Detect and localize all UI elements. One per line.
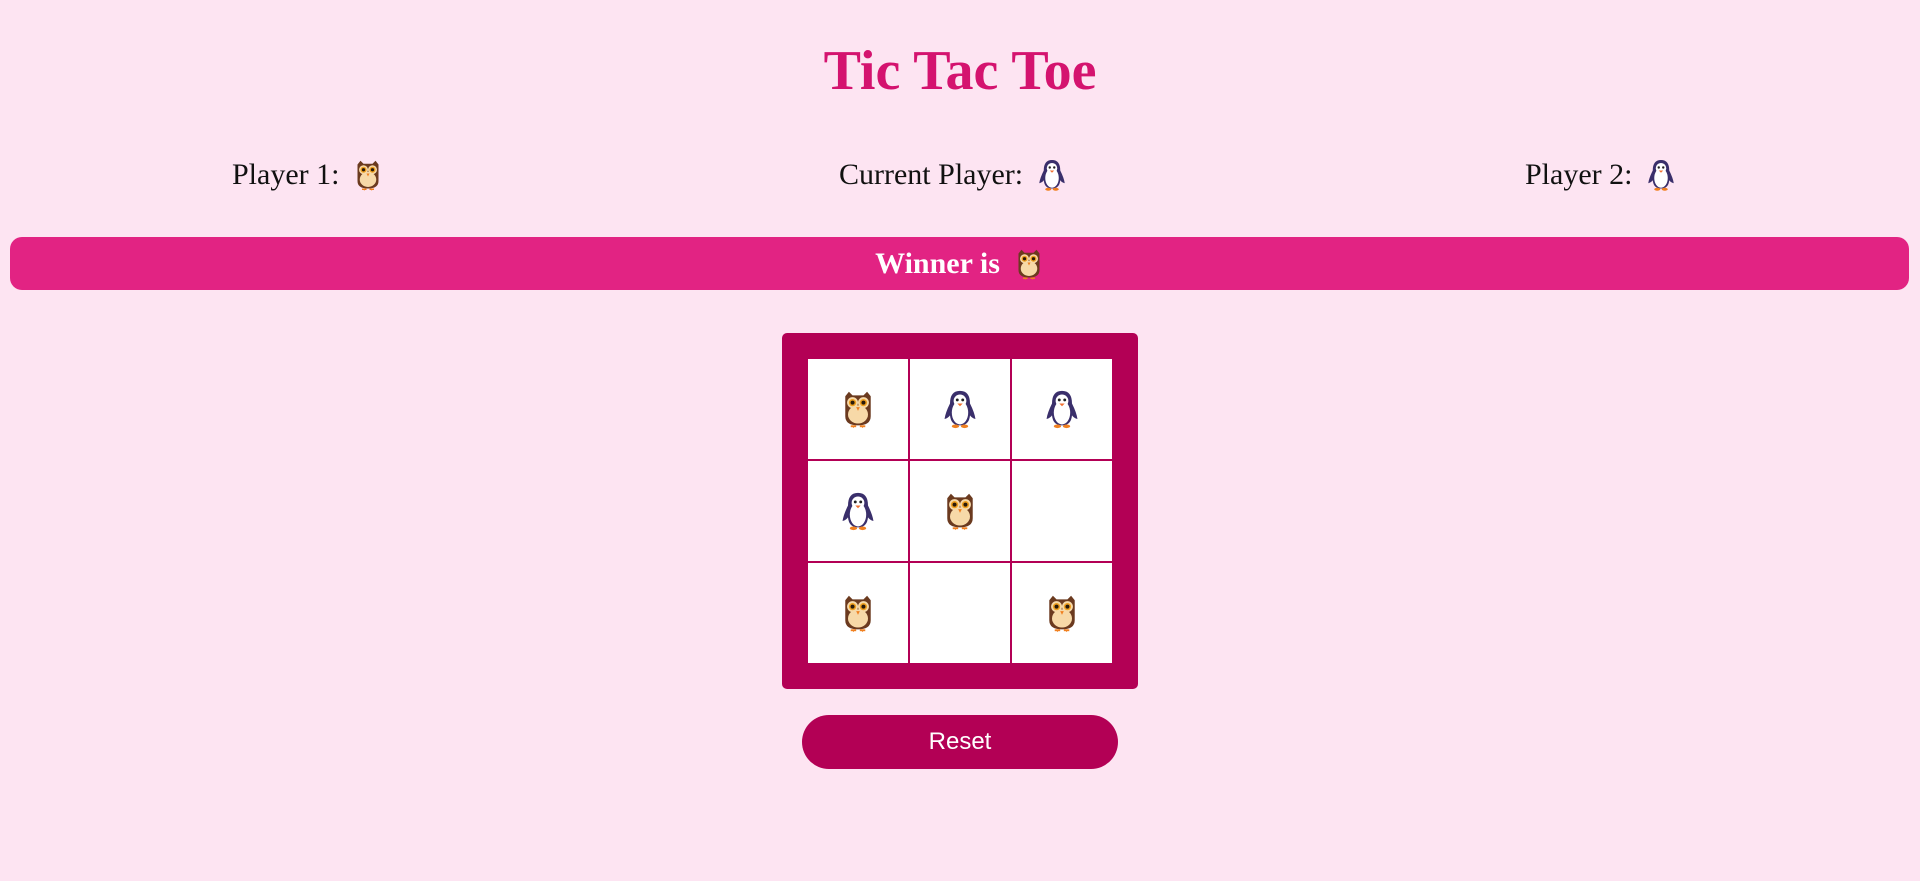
winner-banner: Winner is: [10, 237, 1909, 290]
page-title: Tic Tac Toe: [823, 40, 1097, 102]
board-cell-3-1[interactable]: [808, 563, 908, 663]
player-2-info: Player 2:: [1525, 152, 1676, 198]
board-cell-2-3[interactable]: [1012, 461, 1112, 561]
board-grid: [808, 359, 1112, 663]
board-cell-1-3[interactable]: [1012, 359, 1112, 459]
game-page: Tic Tac Toe Player 1: Current Player: Pl…: [0, 0, 1920, 881]
winner-label: Winner is: [875, 246, 1000, 280]
player-1-info: Player 1:: [232, 152, 383, 198]
game-board: [782, 333, 1138, 689]
owl-icon: [941, 491, 979, 531]
penguin-icon: [1037, 158, 1067, 192]
current-player-label: Current Player:: [839, 158, 1024, 191]
board-cell-1-1[interactable]: [808, 359, 908, 459]
board-cell-2-1[interactable]: [808, 461, 908, 561]
players-row: Player 1: Current Player: Player 2:: [0, 152, 1920, 198]
owl-icon: [839, 389, 877, 429]
owl-icon: [839, 593, 877, 633]
penguin-icon: [839, 491, 877, 531]
penguin-icon: [941, 389, 979, 429]
owl-icon: [353, 158, 383, 192]
board-cell-3-2[interactable]: [910, 563, 1010, 663]
owl-icon: [1014, 247, 1044, 281]
board-cell-2-2[interactable]: [910, 461, 1010, 561]
owl-icon: [1043, 593, 1081, 633]
current-player-info: Current Player:: [839, 152, 1067, 198]
reset-button[interactable]: Reset: [802, 715, 1118, 769]
player-1-label: Player 1:: [232, 158, 340, 191]
penguin-icon: [1646, 158, 1676, 192]
board-cell-1-2[interactable]: [910, 359, 1010, 459]
board-cell-3-3[interactable]: [1012, 563, 1112, 663]
player-2-label: Player 2:: [1525, 158, 1633, 191]
penguin-icon: [1043, 389, 1081, 429]
